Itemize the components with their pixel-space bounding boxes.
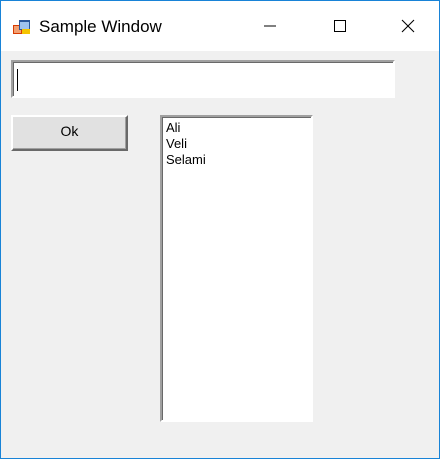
window-title: Sample Window [39, 17, 162, 36]
title-bar[interactable]: Sample Window [1, 1, 439, 51]
maximize-button[interactable] [317, 1, 363, 51]
minimize-icon [264, 25, 276, 27]
app-form-icon [13, 20, 30, 34]
names-listbox[interactable]: Ali Veli Selami [160, 115, 313, 422]
list-item[interactable]: Ali [164, 120, 309, 136]
list-item[interactable]: Selami [164, 152, 309, 168]
minimize-button[interactable] [247, 1, 293, 51]
close-button[interactable] [385, 1, 431, 51]
close-icon [401, 19, 415, 33]
client-area: Ok Ali Veli Selami [1, 51, 439, 458]
ok-button-label: Ok [60, 123, 79, 139]
app-window: Sample Window Ok Ali Veli Selami [0, 0, 440, 459]
maximize-icon [334, 20, 346, 32]
ok-button[interactable]: Ok [11, 115, 128, 151]
text-caret [17, 69, 18, 91]
text-input[interactable] [11, 60, 395, 98]
list-item[interactable]: Veli [164, 136, 309, 152]
